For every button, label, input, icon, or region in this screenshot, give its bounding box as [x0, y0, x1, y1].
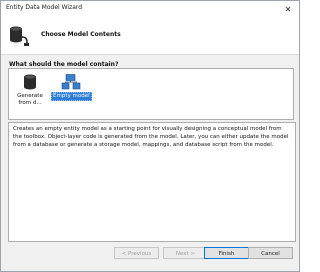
next-button[interactable]: Next > [163, 247, 208, 259]
choice-label: Empty model [51, 92, 92, 101]
title-bar: Entity Data Model Wizard ✕ [1, 1, 299, 17]
empty-model-icon [61, 74, 81, 90]
finish-button[interactable]: Finish [204, 247, 249, 259]
question-label: What should the model contain? [9, 61, 119, 68]
page-title: Choose Model Contents [41, 31, 121, 38]
button-bar: < Previous Next > Finish Cancel [1, 241, 299, 271]
window-title: Entity Data Model Wizard [6, 4, 83, 11]
cancel-button[interactable]: Cancel [248, 247, 293, 259]
choice-empty-model[interactable]: Empty model [51, 71, 92, 115]
wizard-window: Entity Data Model Wizard ✕ Choose Model … [0, 0, 300, 272]
close-button[interactable]: ✕ [277, 1, 299, 17]
database-plug-icon [10, 26, 29, 46]
database-icon [24, 74, 36, 90]
model-contents-list: Generate from d... Empty model [8, 68, 294, 120]
description-text: Creates an empty entity model as a start… [8, 122, 296, 242]
previous-button[interactable]: < Previous [114, 247, 159, 259]
choice-label: Generate from d... [17, 93, 43, 106]
choice-generate-from-database[interactable]: Generate from d... [12, 71, 48, 115]
wizard-header: Choose Model Contents [1, 17, 299, 55]
